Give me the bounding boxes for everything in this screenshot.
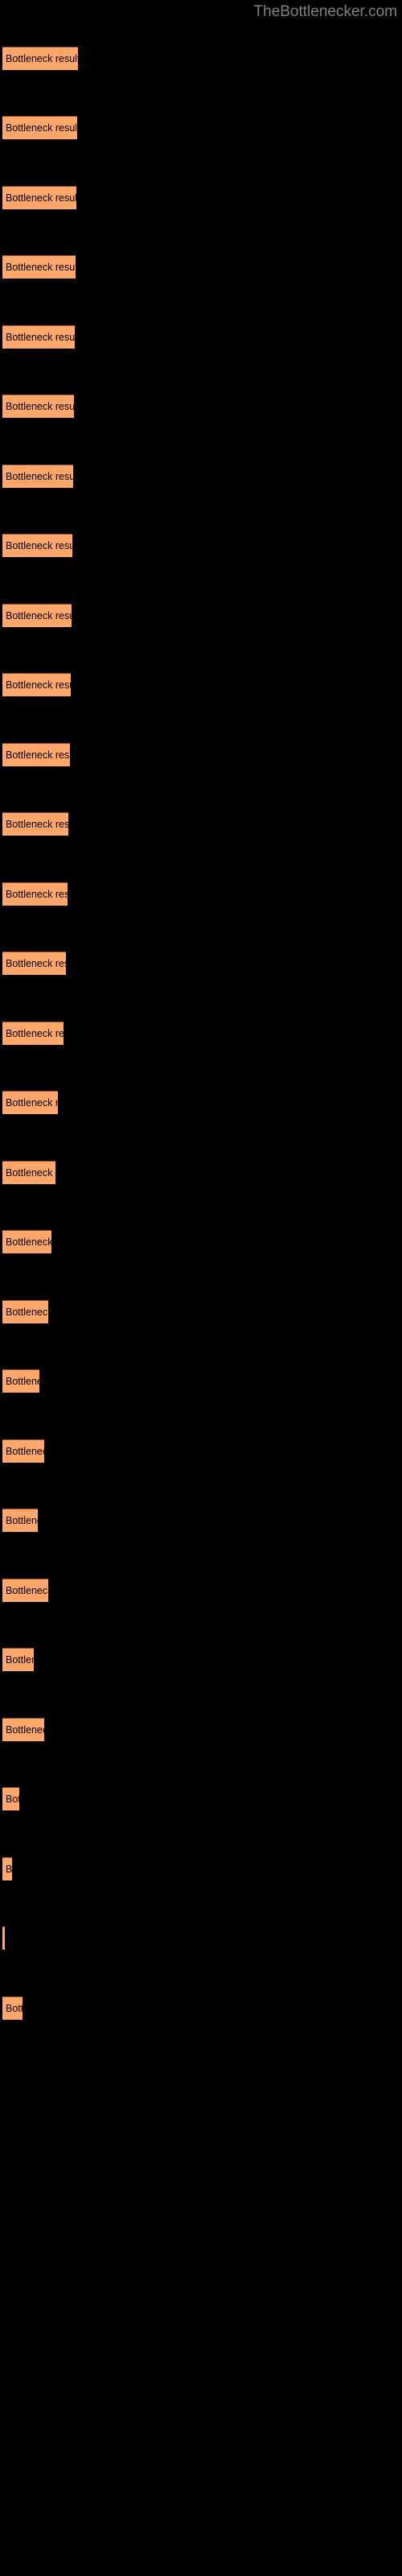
bar-row: Bottleneck result — [0, 1022, 402, 1045]
bottleneck-bar-chart: Bottleneck result Bottleneck result Bottle… — [0, 0, 402, 2576]
bar[interactable]: Bottleneck result — [2, 255, 76, 279]
bar-row: Bottleneck result — [0, 255, 402, 279]
bar[interactable]: Bottleneck result — [2, 1091, 58, 1114]
bar-label: Bottleneck result — [6, 53, 78, 64]
bar-row: Bottleneck result — [0, 534, 402, 557]
bar[interactable]: Bottleneck result — [2, 1579, 48, 1602]
bar-label: Bottleneck result — [6, 889, 68, 900]
bar-label: Bottleneck result — [6, 1376, 39, 1387]
bar-row: Bottleneck result — [0, 812, 402, 836]
bar-row: Bottleneck result — [0, 952, 402, 975]
bar-label: Bottleneck result — [6, 1307, 48, 1318]
bar-label: Bottleneck result — [6, 958, 66, 969]
bar-label: Bottleneck result — [6, 540, 72, 551]
bar-label: Bottleneck result — [6, 1167, 55, 1179]
bar[interactable]: Bottleneck result — [2, 1369, 39, 1393]
bar-label: Bottleneck result — [6, 192, 76, 204]
bar-row: Bottleneck result — [0, 1509, 402, 1532]
bar-label: Bottleneck result — [6, 1585, 48, 1596]
bar-label: Bottleneck result — [6, 1654, 34, 1666]
bar[interactable]: Bottleneck result — [2, 1300, 48, 1323]
bar[interactable]: Bottleneck result — [2, 534, 72, 557]
bar[interactable]: Bottleneck result — [2, 1926, 5, 1950]
bar-row: Bottleneck result — [0, 743, 402, 766]
bar[interactable]: Bottleneck result — [2, 1718, 44, 1741]
bar[interactable]: Bottleneck result — [2, 325, 75, 349]
bar-label: Bottleneck result — [6, 401, 74, 412]
bar[interactable]: Bottleneck result — [2, 952, 66, 975]
bar[interactable]: Bottleneck result — [2, 673, 71, 696]
bar-label: Bottleneck result — [6, 1794, 19, 1805]
bar[interactable]: Bottleneck result — [2, 882, 68, 906]
bar-label: Bottleneck result — [6, 819, 68, 830]
bar-row: Bottleneck result — [0, 1439, 402, 1463]
bar[interactable]: Bottleneck result — [2, 1996, 23, 2020]
bar[interactable]: Bottleneck result — [2, 47, 78, 70]
bar-row: Bottleneck result — [0, 1787, 402, 1810]
bar-row: Bottleneck result — [0, 1161, 402, 1184]
bar[interactable]: Bottleneck result — [2, 1022, 64, 1045]
bar-label: Bottleneck result — [6, 471, 73, 482]
bar-row: Bottleneck result — [0, 1230, 402, 1253]
bar-label: Bottleneck result — [6, 332, 75, 343]
bar[interactable]: Bottleneck result — [2, 394, 74, 418]
bar-row: Bottleneck result — [0, 673, 402, 696]
bar[interactable]: Bottleneck result — [2, 812, 68, 836]
bar-label: Bottleneck result — [6, 262, 76, 273]
bar-row: Bottleneck result — [0, 1369, 402, 1393]
bar[interactable]: Bottleneck result — [2, 743, 70, 766]
bar-label: Bottleneck result — [6, 679, 71, 691]
bar-label: Bottleneck result — [6, 1236, 51, 1248]
bar-row: Bottleneck result — [0, 116, 402, 139]
bar-row: Bottleneck result — [0, 1091, 402, 1114]
bar[interactable]: Bottleneck result — [2, 464, 73, 488]
bar-row: Bottleneck result — [0, 1926, 402, 1950]
bar-row: Bottleneck result — [0, 1996, 402, 2020]
bar-label: Bottleneck result — [6, 1446, 44, 1457]
bar-row: Bottleneck result — [0, 1857, 402, 1880]
bar[interactable]: Bottleneck result — [2, 116, 77, 139]
bar[interactable]: Bottleneck result — [2, 604, 72, 627]
bar[interactable]: Bottleneck result — [2, 1439, 44, 1463]
bar-row: Bottleneck result — [0, 464, 402, 488]
bar-row: Bottleneck result — [0, 1300, 402, 1323]
bar-label: Bottleneck result — [6, 2003, 23, 2014]
bar[interactable]: Bottleneck result — [2, 1787, 19, 1810]
bar[interactable]: Bottleneck result — [2, 1857, 12, 1880]
bar[interactable]: Bottleneck result — [2, 1648, 34, 1671]
bar-row: Bottleneck result — [0, 1579, 402, 1602]
bar[interactable]: Bottleneck result — [2, 1161, 55, 1184]
bar-row: Bottleneck result — [0, 882, 402, 906]
bar[interactable]: Bottleneck result — [2, 1509, 38, 1532]
bar-label: Bottleneck result — [6, 749, 70, 761]
bar-row: Bottleneck result — [0, 1648, 402, 1671]
bar-label: Bottleneck result — [6, 1864, 12, 1875]
bar-row: Bottleneck result — [0, 186, 402, 209]
bar-row: Bottleneck result — [0, 325, 402, 349]
bar-label: Bottleneck result — [6, 1724, 44, 1736]
bar-label: Bottleneck result — [6, 122, 77, 134]
bar-row: Bottleneck result — [0, 604, 402, 627]
bar-row: Bottleneck result — [0, 1718, 402, 1741]
bar-label: Bottleneck result — [6, 610, 72, 621]
bar[interactable]: Bottleneck result — [2, 186, 76, 209]
bar-label: Bottleneck result — [6, 1097, 58, 1108]
bar-label: Bottleneck result — [6, 1515, 38, 1526]
bar-row: Bottleneck result — [0, 47, 402, 70]
bar-label: Bottleneck result — [6, 1028, 64, 1039]
bar[interactable]: Bottleneck result — [2, 1230, 51, 1253]
bar-row: Bottleneck result — [0, 394, 402, 418]
